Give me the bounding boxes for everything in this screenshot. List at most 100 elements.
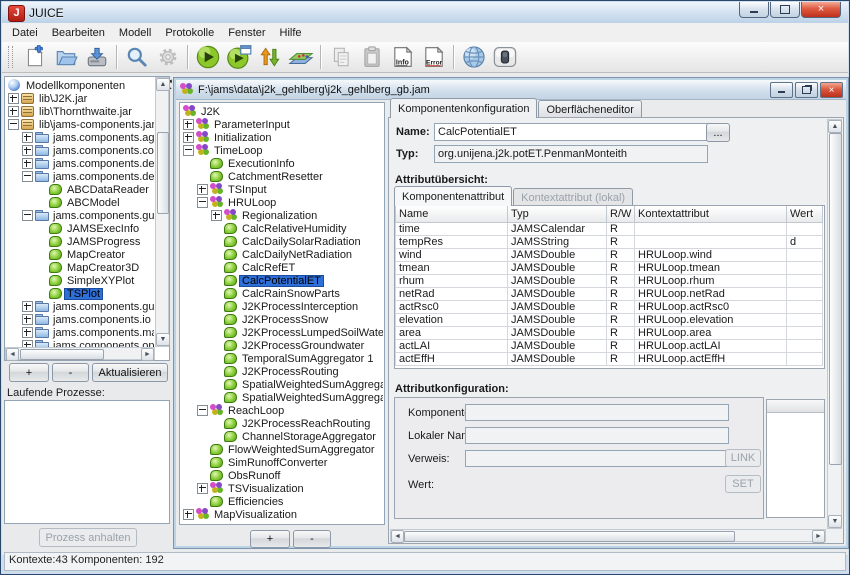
- tree-item[interactable]: jams.components.condit: [7, 144, 154, 157]
- expand-icon[interactable]: [22, 314, 33, 325]
- table-cell[interactable]: HRULoop.tmean: [635, 262, 787, 275]
- minimize-button[interactable]: [739, 2, 769, 18]
- tree-toggle-plus[interactable]: [21, 340, 34, 347]
- column-header[interactable]: Wert: [787, 206, 823, 223]
- frame-close-button[interactable]: ×: [820, 82, 843, 98]
- tree-item[interactable]: CalcRainSnowParts: [182, 287, 383, 300]
- tab-komponentenkonfiguration[interactable]: Komponentenkonfiguration: [390, 98, 537, 118]
- frame-add-button[interactable]: +: [250, 530, 290, 548]
- table-cell[interactable]: R: [607, 327, 635, 340]
- tree-item[interactable]: SpatialWeightedSumAggregator 2: [182, 391, 383, 404]
- tree-item[interactable]: J2KProcessReachRouting: [182, 417, 383, 430]
- menu-modell[interactable]: Modell: [112, 25, 158, 41]
- tree-item[interactable]: JAMSProgress: [7, 235, 154, 248]
- tree-item[interactable]: TimeLoop: [182, 144, 383, 157]
- paste-button[interactable]: [356, 44, 387, 71]
- expand-icon[interactable]: [22, 145, 33, 156]
- collapse-icon[interactable]: [183, 145, 194, 156]
- browse-button[interactable]: ...: [706, 123, 730, 142]
- table-cell[interactable]: d: [787, 236, 823, 249]
- table-row[interactable]: actEffHJAMSDoubleRHRULoop.actEffH: [396, 353, 823, 366]
- table-cell[interactable]: [635, 223, 787, 236]
- table-cell[interactable]: [787, 314, 823, 327]
- expand-icon[interactable]: [22, 327, 33, 338]
- table-cell[interactable]: JAMSDouble: [508, 340, 607, 353]
- table-cell[interactable]: JAMSDouble: [508, 327, 607, 340]
- tree-item[interactable]: TSInput: [182, 183, 383, 196]
- tree-toggle-plus[interactable]: [182, 132, 195, 143]
- table-cell[interactable]: JAMSDouble: [508, 262, 607, 275]
- tree-toggle-minus[interactable]: [21, 210, 34, 221]
- tree-item[interactable]: HRULoop: [182, 196, 383, 209]
- table-row[interactable]: windJAMSDoubleRHRULoop.wind: [396, 249, 823, 262]
- table-cell[interactable]: R: [607, 288, 635, 301]
- tree-toggle-plus[interactable]: [21, 301, 34, 312]
- tree-item[interactable]: TemporalSumAggregator 1: [182, 352, 383, 365]
- tree-item[interactable]: SimRunoffConverter: [182, 456, 383, 469]
- table-row[interactable]: tmeanJAMSDoubleRHRULoop.tmean: [396, 262, 823, 275]
- scroll-up-icon[interactable]: ▲: [156, 78, 170, 91]
- expand-icon[interactable]: [22, 158, 33, 169]
- tree-item[interactable]: TSVisualization: [182, 482, 383, 495]
- table-row[interactable]: timeJAMSCalendarR: [396, 223, 823, 236]
- tab-oberflaecheneditor[interactable]: Oberflächeneditor: [538, 100, 641, 118]
- expand-icon[interactable]: [183, 119, 194, 130]
- table-cell[interactable]: JAMSDouble: [508, 301, 607, 314]
- tree-item[interactable]: CalcRefET: [182, 261, 383, 274]
- config-horizontal-scrollbar[interactable]: ◄ ►: [390, 529, 826, 542]
- table-cell[interactable]: JAMSDouble: [508, 314, 607, 327]
- table-cell[interactable]: JAMSDouble: [508, 353, 607, 366]
- tree-item[interactable]: jams.components.demo.: [7, 170, 154, 183]
- tree-item[interactable]: ExecutionInfo: [182, 157, 383, 170]
- menu-fenster[interactable]: Fenster: [221, 25, 272, 41]
- info-log-button[interactable]: Info: [387, 44, 418, 71]
- table-row[interactable]: elevationJAMSDoubleRHRULoop.elevation: [396, 314, 823, 327]
- scrollbar-thumb[interactable]: [404, 531, 735, 542]
- update-components-button[interactable]: [254, 44, 285, 71]
- table-cell[interactable]: HRULoop.rhum: [635, 275, 787, 288]
- table-cell[interactable]: R: [607, 353, 635, 366]
- table-cell[interactable]: HRULoop.wind: [635, 249, 787, 262]
- table-cell[interactable]: R: [607, 301, 635, 314]
- tree-vertical-scrollbar[interactable]: ▲ ▼: [155, 77, 169, 347]
- komponente-field[interactable]: [465, 404, 729, 421]
- tree-horizontal-scrollbar[interactable]: ◄ ►: [5, 347, 155, 360]
- table-cell[interactable]: [635, 236, 787, 249]
- tree-toggle-plus[interactable]: [21, 158, 34, 169]
- expand-icon[interactable]: [22, 340, 33, 347]
- tree-toggle-minus[interactable]: [196, 197, 209, 208]
- expand-icon[interactable]: [8, 106, 19, 117]
- tree-item[interactable]: lib\Thornthwaite.jar: [7, 105, 154, 118]
- close-button[interactable]: ×: [801, 2, 841, 18]
- collapse-icon[interactable]: [197, 405, 208, 416]
- collapse-icon[interactable]: [22, 171, 33, 182]
- table-cell[interactable]: [787, 301, 823, 314]
- save-model-button[interactable]: [81, 44, 112, 71]
- table-row[interactable]: actLAIJAMSDoubleRHRULoop.actLAI: [396, 340, 823, 353]
- table-row[interactable]: actRsc0JAMSDoubleRHRULoop.actRsc0: [396, 301, 823, 314]
- tab-kontextattribut[interactable]: Kontextattribut (lokal): [513, 188, 633, 206]
- tree-item[interactable]: J2KProcessRouting: [182, 365, 383, 378]
- expand-icon[interactable]: [197, 184, 208, 195]
- tree-toggle-plus[interactable]: [196, 184, 209, 195]
- tree-item[interactable]: CalcDailyNetRadiation: [182, 248, 383, 261]
- menu-datei[interactable]: Datei: [5, 25, 45, 41]
- tree-item[interactable]: MapCreator3D: [7, 261, 154, 274]
- table-cell[interactable]: R: [607, 314, 635, 327]
- table-cell[interactable]: HRULoop.actLAI: [635, 340, 787, 353]
- error-log-button[interactable]: Error: [418, 44, 449, 71]
- scroll-down-icon[interactable]: ▼: [156, 333, 170, 346]
- tree-item[interactable]: Modellkomponenten: [7, 79, 154, 92]
- expand-icon[interactable]: [183, 132, 194, 143]
- frame-minimize-button[interactable]: [770, 82, 793, 98]
- tree-item[interactable]: ObsRunoff: [182, 469, 383, 482]
- table-cell[interactable]: R: [607, 223, 635, 236]
- expand-icon[interactable]: [197, 483, 208, 494]
- table-cell[interactable]: HRULoop.actRsc0: [635, 301, 787, 314]
- frame-remove-button[interactable]: -: [293, 530, 331, 548]
- map-button[interactable]: [285, 44, 316, 71]
- run-model-gui-button[interactable]: [223, 44, 254, 71]
- tree-item[interactable]: CalcRelativeHumidity: [182, 222, 383, 235]
- table-cell[interactable]: [787, 262, 823, 275]
- scroll-up-icon[interactable]: ▲: [828, 120, 842, 133]
